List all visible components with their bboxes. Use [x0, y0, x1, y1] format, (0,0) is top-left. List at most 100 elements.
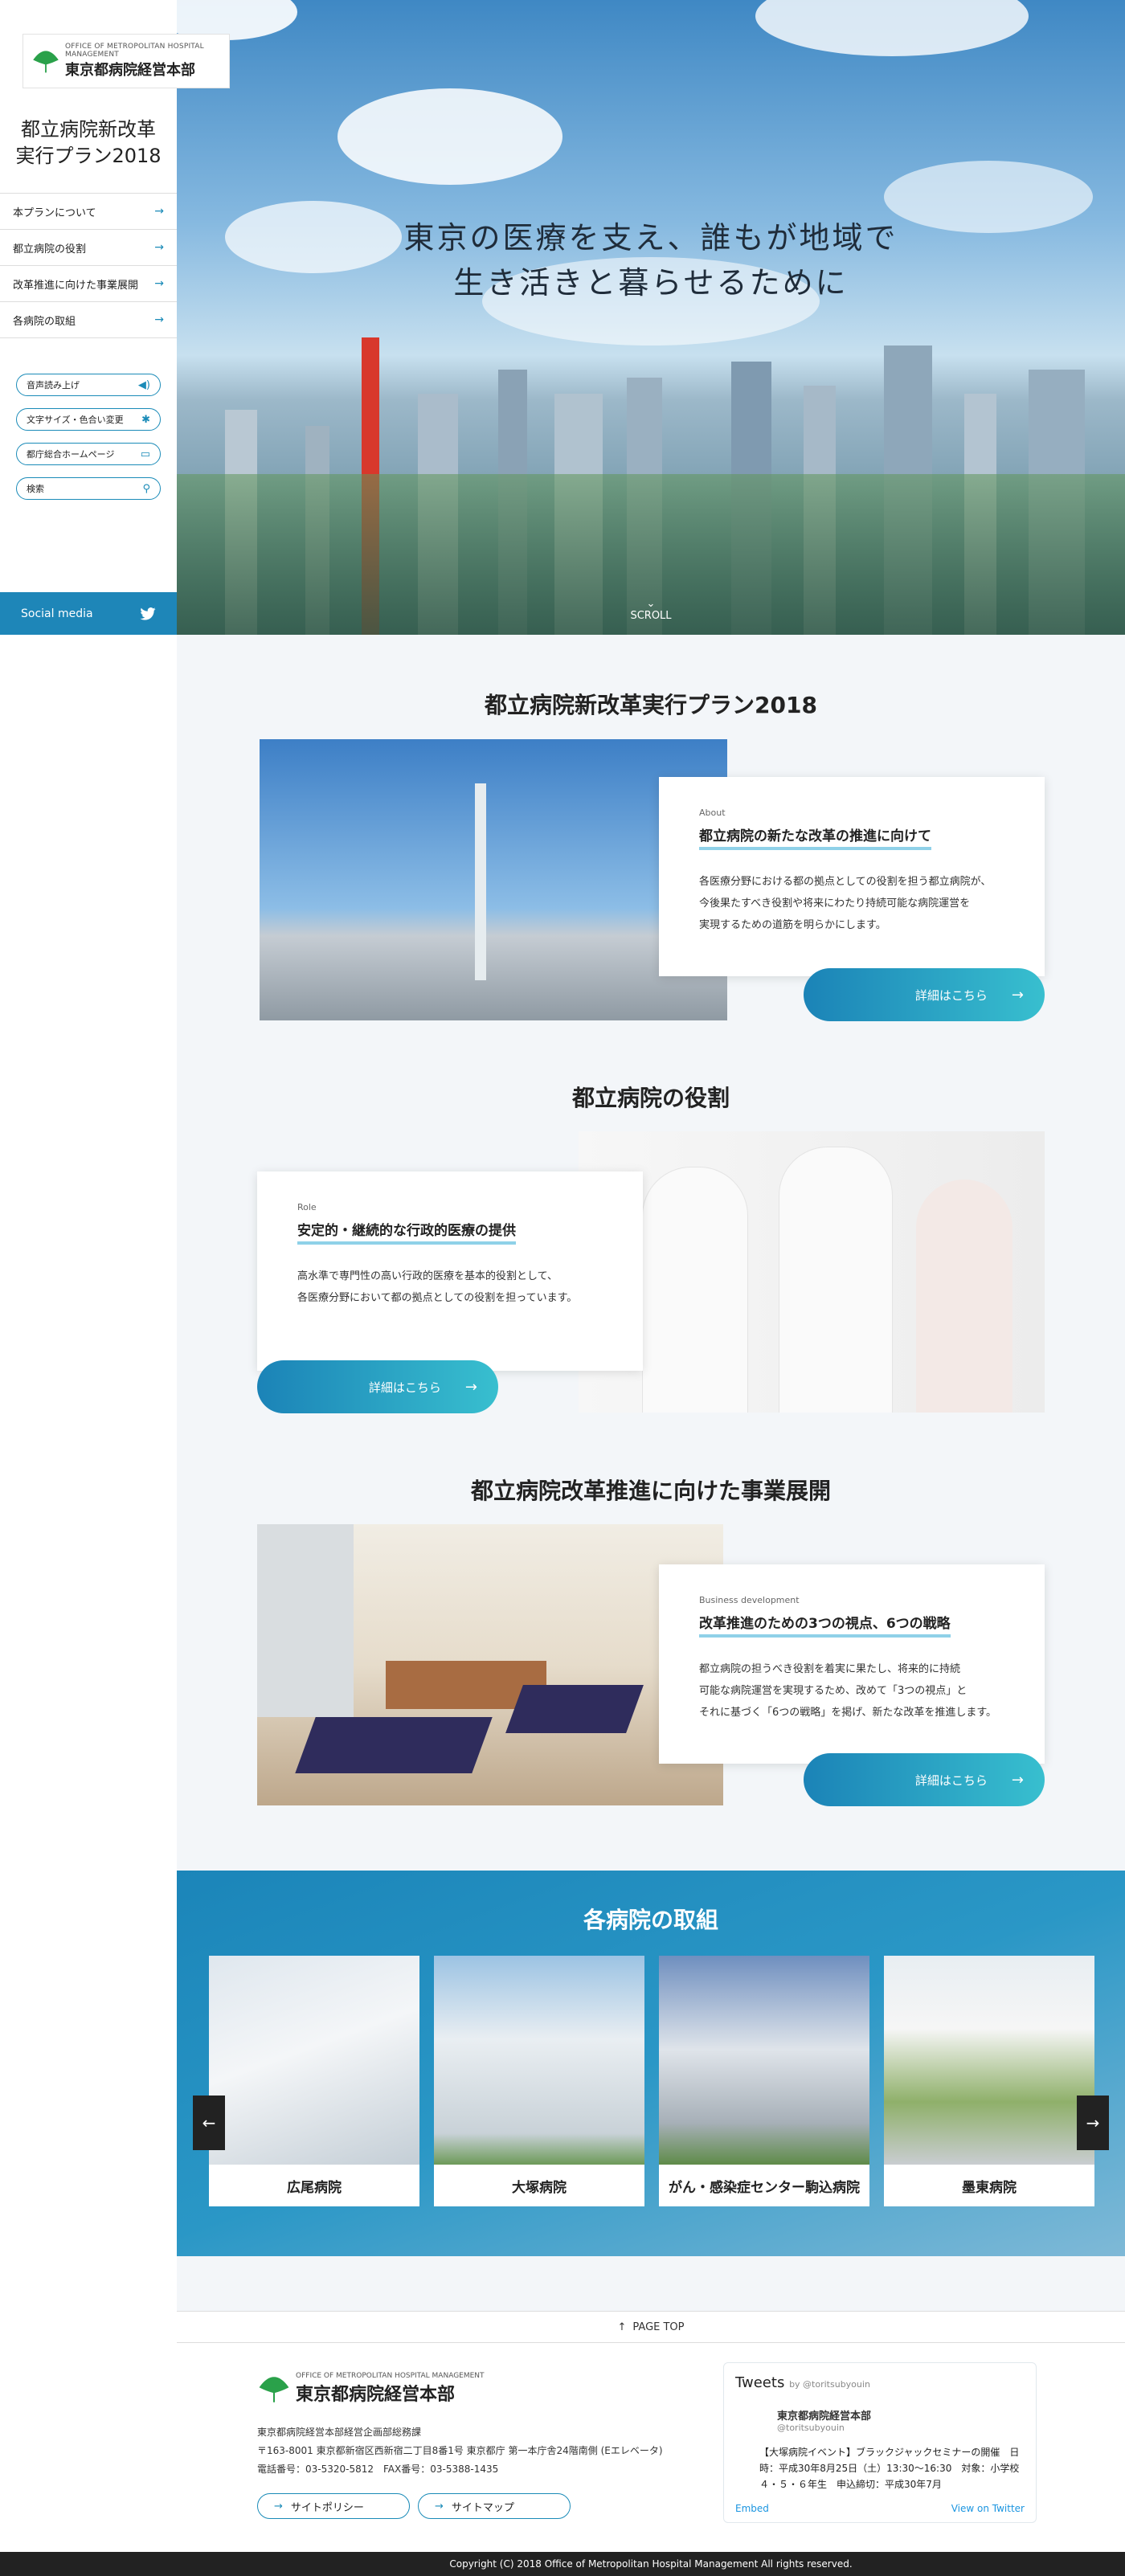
embed-link[interactable]: Embed	[735, 2503, 769, 2514]
doctor-figure	[779, 1147, 892, 1413]
footer-contact: 東京都病院経営本部経営企画部総務課 〒163-8001 東京都新宿区西新宿二丁目…	[257, 2427, 663, 2475]
arrow-right-icon: →	[1011, 986, 1024, 1004]
card-heading: 都立病院の新たな改革の推進に向けて	[699, 828, 931, 850]
copyright-bar: Copyright (C) 2018 Office of Metropolita…	[0, 2552, 1125, 2576]
plan-title[interactable]: 都立病院新改革 実行プラン2018	[0, 117, 177, 170]
role-more-button[interactable]: 詳細はこちら →	[257, 1360, 498, 1413]
hospital-lobby-photo	[257, 1524, 723, 1805]
card-body: 高水準で専門性の高い行政的医療を基本的役割として、 各医療分野において都の拠点と…	[297, 1270, 578, 1304]
hospital-name: 大塚病院	[512, 2179, 567, 2196]
ginkgo-logo-icon	[259, 2377, 289, 2402]
card-label: Role	[297, 1202, 317, 1212]
arrow-right-icon: →	[154, 205, 164, 218]
lobby-seating	[295, 1717, 493, 1773]
hospital-card[interactable]: がん・感染症センター駒込病院	[659, 1956, 869, 2206]
search-input[interactable]: 検索 ⚲	[16, 477, 161, 500]
arrow-right-icon: →	[154, 313, 164, 326]
hospital-card[interactable]: 大塚病院	[434, 1956, 644, 2206]
hospital-card[interactable]: 墨東病院	[884, 1956, 1094, 2206]
hospitals-section: 各病院の取組 広尾病院 大塚病院 がん・感染症センター駒込病院 墨東病院 ← →	[177, 1871, 1125, 2256]
arrow-right-icon: →	[464, 1378, 477, 1396]
view-on-twitter-link[interactable]: View on Twitter	[951, 2503, 1025, 2514]
ginkgo-logo-icon	[33, 51, 59, 73]
cloud	[755, 0, 1029, 56]
card-heading: 安定的・継続的な行政的医療の提供	[297, 1222, 516, 1245]
arrow-right-icon: →	[1011, 1771, 1024, 1789]
hospital-name: 広尾病院	[287, 2179, 342, 2196]
twitter-timeline[interactable]: Tweets by @toritsubyouin 東京都病院経営本部 @tori…	[723, 2362, 1037, 2523]
hospital-name: 墨東病院	[962, 2179, 1017, 2196]
card-heading: 改革推進のための3つの視点、6つの戦略	[699, 1615, 951, 1638]
sidebar: 都立病院新改革 実行プラン2018 本プランについて → 都立病院の役割 → 改革推…	[0, 0, 177, 635]
utility-tools: 音声読み上げ ◀) 文字サイズ・色合い変更 ✱ 都庁総合ホームページ ▭ 検索 ⚲	[16, 374, 161, 512]
laptop-icon: ▭	[140, 448, 150, 460]
twitter-icon	[140, 607, 156, 620]
arrow-up-icon: ↑	[617, 2320, 627, 2333]
hospital-photo	[659, 1956, 869, 2165]
card-label: About	[699, 808, 726, 818]
arrow-right-icon: →	[435, 2500, 444, 2513]
section-title-plan: 都立病院新改革実行プラン2018	[485, 692, 817, 718]
plan-title-line1: 都立病院新改革	[21, 118, 156, 141]
cloud	[338, 88, 562, 185]
hospital-photo	[209, 1956, 419, 2165]
carousel-prev-button[interactable]: ←	[193, 2096, 225, 2150]
footer-logo[interactable]: OFFICE OF METROPOLITAN HOSPITAL MANAGEME…	[257, 2372, 485, 2406]
site-policy-link[interactable]: → サイトポリシー	[257, 2493, 410, 2519]
arrow-right-icon: →	[1086, 2113, 1100, 2132]
search-icon: ⚲	[142, 482, 150, 495]
skytree-photo	[260, 739, 727, 1020]
social-media-bar[interactable]: Social media	[0, 592, 177, 635]
page-top-link[interactable]: ↑ PAGE TOP	[177, 2311, 1125, 2343]
arrow-left-icon: ←	[202, 2113, 216, 2132]
hero-catchcopy: 東京の医療を支え、誰もが地域で 生き活きと暮らせるために	[403, 220, 898, 301]
about-more-button[interactable]: 詳細はこちら →	[804, 968, 1045, 1021]
business-card: Business development 改革推進のための3つの視点、6つの戦略…	[659, 1564, 1045, 1764]
doctor-figure	[643, 1167, 747, 1413]
section-title-hospitals: 各病院の取組	[583, 1907, 718, 1933]
speaker-icon: ◀)	[137, 378, 150, 391]
nav-item-hospitals[interactable]: 各病院の取組 →	[0, 302, 177, 338]
role-card: Role 安定的・継続的な行政的医療の提供 高水準で専門性の高い行政的医療を基本…	[257, 1171, 643, 1371]
hospital-photo	[434, 1956, 644, 2165]
card-body: 各医療分野における都の拠点としての役割を担う都立病院が、 今後果たすべき役割や将…	[699, 876, 992, 931]
arrow-right-icon: →	[274, 2500, 283, 2513]
tweet-account[interactable]: 東京都病院経営本部 @toritsubyouin	[735, 2407, 1025, 2433]
read-aloud-button[interactable]: 音声読み上げ ◀)	[16, 374, 161, 396]
window-area	[257, 1524, 354, 1717]
footer: OFFICE OF METROPOLITAN HOSPITAL MANAGEME…	[177, 2343, 1125, 2553]
gear-icon: ✱	[141, 413, 150, 426]
hospital-photo	[884, 1956, 1094, 2165]
section-title-role: 都立病院の役割	[571, 1085, 730, 1111]
site-logo[interactable]: OFFICE OF METROPOLITAN HOSPITAL MANAGEME…	[22, 34, 230, 88]
skytree	[475, 783, 486, 980]
arrow-right-icon: →	[154, 241, 164, 254]
about-card: About 都立病院の新たな改革の推進に向けて 各医療分野における都の拠点として…	[659, 777, 1045, 976]
logo-english: OFFICE OF METROPOLITAN HOSPITAL MANAGEME…	[65, 43, 204, 59]
main-content: 都立病院新改革実行プラン2018 About 都立病院の新たな改革の推進に向けて…	[177, 635, 1125, 2576]
hospital-card[interactable]: 広尾病院	[209, 1956, 419, 2206]
carousel-next-button[interactable]: →	[1077, 2096, 1109, 2150]
card-body: 都立病院の担うべき役割を着実に果たし、将来的に持続 可能な病院運営を実現するため…	[699, 1663, 997, 1719]
sitemap-link[interactable]: → サイトマップ	[418, 2493, 571, 2519]
scroll-indicator[interactable]: ⌄ SCROLL	[627, 598, 675, 622]
arrow-right-icon: →	[154, 277, 164, 290]
plan-title-line2: 実行プラン2018	[15, 145, 162, 167]
doctors-photo	[579, 1131, 1045, 1413]
gov-home-link[interactable]: 都庁総合ホームページ ▭	[16, 443, 161, 465]
hero-banner: 東京の医療を支え、誰もが地域で 生き活きと暮らせるために ⌄ SCROLL	[177, 0, 1125, 635]
tweet-text: 【大塚病院イベント】ブラックジャックセミナーの開催 日時：平成30年8月25日（…	[759, 2447, 1020, 2489]
text-size-button[interactable]: 文字サイズ・色合い変更 ✱	[16, 408, 161, 431]
lobby-seating	[505, 1685, 644, 1733]
card-label: Business development	[699, 1595, 800, 1605]
business-more-button[interactable]: 詳細はこちら →	[804, 1753, 1045, 1806]
hospital-name: がん・感染症センター駒込病院	[669, 2179, 860, 2196]
logo-japanese: 東京都病院経営本部	[65, 62, 195, 79]
nav-item-role[interactable]: 都立病院の役割 →	[0, 230, 177, 266]
nav-item-business[interactable]: 改革推進に向けた事業展開 →	[0, 266, 177, 302]
side-nav: 本プランについて → 都立病院の役割 → 改革推進に向けた事業展開 → 各病院の取組 →	[0, 193, 177, 338]
nav-item-about[interactable]: 本プランについて →	[0, 194, 177, 230]
nurse-figure	[916, 1180, 1012, 1413]
chevron-down-icon: ⌄	[646, 598, 656, 610]
section-title-business: 都立病院改革推進に向けた事業展開	[470, 1478, 831, 1504]
